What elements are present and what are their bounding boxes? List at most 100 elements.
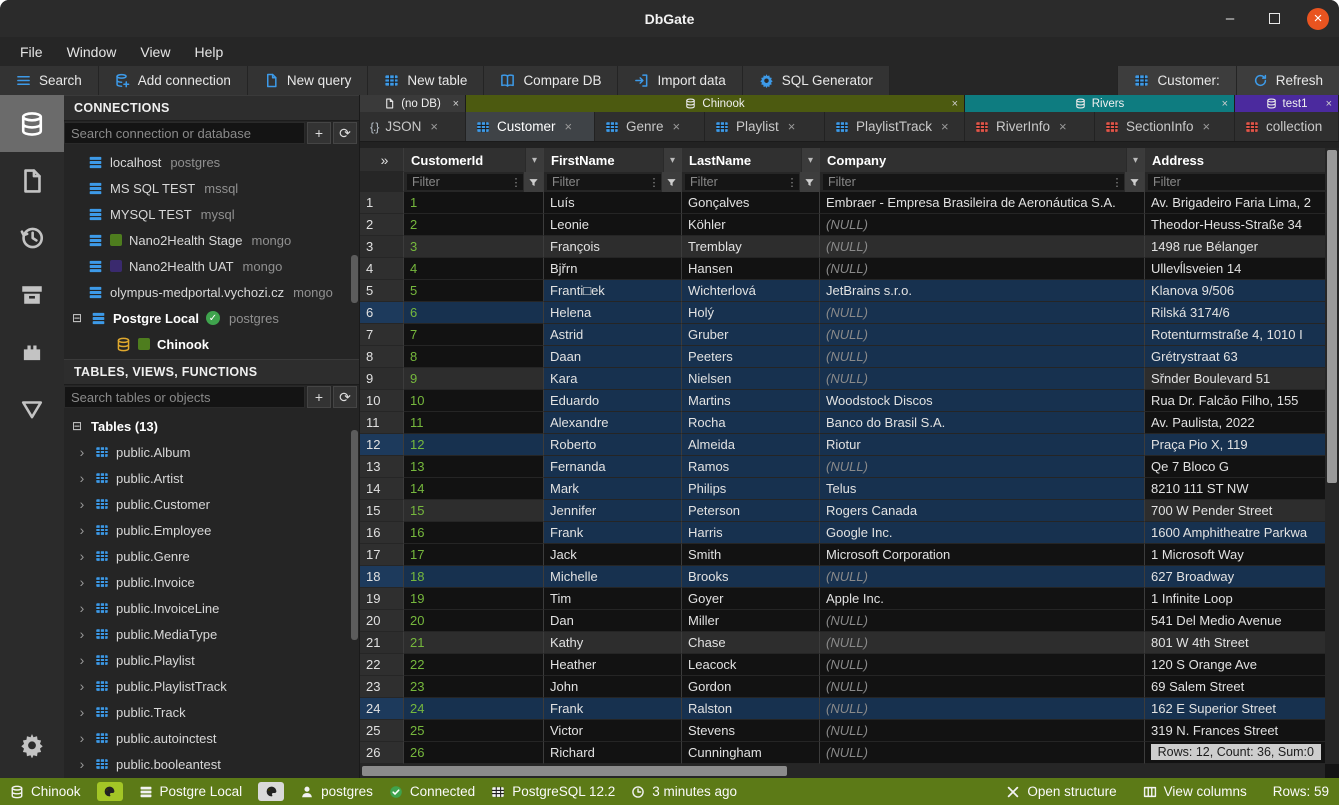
chevron-down-icon[interactable]: ▾ [525, 148, 543, 172]
table-cell[interactable]: 17 [404, 544, 544, 566]
table-cell[interactable]: Banco do Brasil S.A. [820, 412, 1145, 434]
rail-history-icon[interactable] [0, 209, 64, 266]
table-cell[interactable]: Riotur [820, 434, 1145, 456]
table-cell[interactable]: Fernanda [544, 456, 682, 478]
table-row[interactable]: 2323JohnGordon(NULL)69 Salem Street [360, 676, 1325, 698]
table-cell[interactable]: 3 [404, 236, 544, 258]
tab-group-test1[interactable]: test1× [1235, 95, 1339, 112]
table-cell[interactable]: Almeida [682, 434, 820, 456]
table-cell[interactable]: Chase [682, 632, 820, 654]
table-row[interactable]: 2020DanMiller(NULL)541 Del Medio Avenue [360, 610, 1325, 632]
filter-input[interactable]: Filter [1148, 174, 1325, 190]
table-cell[interactable]: Michelle [544, 566, 682, 588]
table-cell[interactable]: (NULL) [820, 720, 1145, 742]
tables-scrollbar[interactable] [351, 430, 358, 640]
table-cell[interactable]: (NULL) [820, 214, 1145, 236]
table-cell[interactable]: Frank [544, 522, 682, 544]
table-cell[interactable]: Peterson [682, 500, 820, 522]
tables-search-input[interactable] [64, 386, 305, 408]
close-button[interactable]: × [1307, 8, 1329, 30]
table-cell[interactable]: (NULL) [820, 566, 1145, 588]
table-cell[interactable]: (NULL) [820, 742, 1145, 764]
toolbar-import-data-button[interactable]: Import data [618, 66, 742, 95]
filter-funnel-icon[interactable] [523, 172, 543, 192]
table-row[interactable]: 1616FrankHarrisGoogle Inc.1600 Amphithea… [360, 522, 1325, 544]
table-cell[interactable]: (NULL) [820, 346, 1145, 368]
close-tab-icon[interactable]: × [673, 119, 681, 134]
table-cell[interactable]: (NULL) [820, 302, 1145, 324]
column-header-company[interactable]: Company▾ [820, 148, 1145, 172]
menu-help[interactable]: Help [184, 41, 233, 63]
palette-chip[interactable] [97, 782, 123, 801]
chevron-right-icon[interactable]: › [76, 444, 88, 460]
connection-item-chinook[interactable]: Chinook [64, 331, 359, 357]
table-cell[interactable]: Rotenturmstraße 4, 1010 I [1145, 324, 1325, 346]
refresh-connections-button[interactable]: ⟳ [333, 122, 357, 144]
table-cell[interactable]: 162 E Superior Street [1145, 698, 1325, 720]
kebab-menu-icon[interactable]: ⋮ [647, 174, 661, 190]
tab-group-chinook[interactable]: Chinook× [466, 95, 965, 112]
chevron-right-icon[interactable]: › [76, 756, 88, 772]
table-cell[interactable]: François [544, 236, 682, 258]
table-cell[interactable]: 26 [404, 742, 544, 764]
table-cell[interactable]: 24 [404, 698, 544, 720]
chevron-right-icon[interactable]: › [76, 730, 88, 746]
table-cell[interactable]: Kara [544, 368, 682, 390]
table-cell[interactable]: (NULL) [820, 368, 1145, 390]
table-cell[interactable]: Ullevĺlsveien 14 [1145, 258, 1325, 280]
table-cell[interactable]: 1 Microsoft Way [1145, 544, 1325, 566]
column-header-address[interactable]: Address [1145, 148, 1325, 172]
table-cell[interactable]: (NULL) [820, 324, 1145, 346]
grid-vertical-scrollbar[interactable] [1325, 148, 1339, 764]
rail-database-icon[interactable] [0, 95, 64, 152]
table-cell[interactable]: Rilská 3174/6 [1145, 302, 1325, 324]
connections-search-input[interactable] [64, 122, 305, 144]
connection-item-localhost[interactable]: localhostpostgres [64, 149, 359, 175]
chevron-right-icon[interactable]: › [76, 548, 88, 564]
table-cell[interactable]: 4 [404, 258, 544, 280]
table-cell[interactable]: Sřnder Boulevard 51 [1145, 368, 1325, 390]
table-cell[interactable]: 1600 Amphitheatre Parkwa [1145, 522, 1325, 544]
table-cell[interactable]: 5 [404, 280, 544, 302]
table-cell[interactable]: Wichterlová [682, 280, 820, 302]
menu-file[interactable]: File [10, 41, 53, 63]
table-cell[interactable]: Hansen [682, 258, 820, 280]
table-cell[interactable]: Rogers Canada [820, 500, 1145, 522]
tab-group--no-db-[interactable]: (no DB)× [360, 95, 466, 112]
connection-item-ms-sql-test[interactable]: MS SQL TESTmssql [64, 175, 359, 201]
close-tab-icon[interactable]: × [430, 119, 438, 134]
column-header-customerid[interactable]: CustomerId▾ [404, 148, 544, 172]
table-cell[interactable]: 541 Del Medio Avenue [1145, 610, 1325, 632]
table-cell[interactable]: Woodstock Discos [820, 390, 1145, 412]
table-cell[interactable]: Nielsen [682, 368, 820, 390]
close-tab-icon[interactable]: × [1203, 119, 1211, 134]
table-cell[interactable]: (NULL) [820, 654, 1145, 676]
table-item-public-customer[interactable]: ›public.Customer [64, 491, 359, 517]
table-cell[interactable]: 1 Infinite Loop [1145, 588, 1325, 610]
table-cell[interactable]: 10 [404, 390, 544, 412]
table-cell[interactable]: 2 [404, 214, 544, 236]
table-cell[interactable]: 11 [404, 412, 544, 434]
close-tab-icon[interactable]: × [788, 119, 796, 134]
chevron-right-icon[interactable]: › [76, 652, 88, 668]
table-cell[interactable]: Leonie [544, 214, 682, 236]
table-cell[interactable]: Microsoft Corporation [820, 544, 1145, 566]
table-item-public-artist[interactable]: ›public.Artist [64, 465, 359, 491]
table-cell[interactable]: Eduardo [544, 390, 682, 412]
maximize-button[interactable] [1263, 8, 1285, 30]
table-cell[interactable]: JetBrains s.r.o. [820, 280, 1145, 302]
toolbar-add-connection-button[interactable]: Add connection [99, 66, 248, 95]
toolbar-customer-button[interactable]: Customer: [1117, 66, 1235, 95]
table-row[interactable]: 44BjřrnHansen(NULL)Ullevĺlsveien 14 [360, 258, 1325, 280]
table-cell[interactable]: 69 Salem Street [1145, 676, 1325, 698]
table-cell[interactable]: Cunningham [682, 742, 820, 764]
filter-input[interactable]: Filter [547, 174, 647, 190]
table-item-public-invoice[interactable]: ›public.Invoice [64, 569, 359, 595]
expander-icon[interactable]: ⊟ [70, 311, 84, 325]
filter-funnel-icon[interactable] [799, 172, 819, 192]
close-group-icon[interactable]: × [453, 98, 459, 110]
table-cell[interactable]: 120 S Orange Ave [1145, 654, 1325, 676]
table-cell[interactable]: Holý [682, 302, 820, 324]
connection-item-mysql-test[interactable]: MYSQL TESTmysql [64, 201, 359, 227]
table-cell[interactable]: 22 [404, 654, 544, 676]
